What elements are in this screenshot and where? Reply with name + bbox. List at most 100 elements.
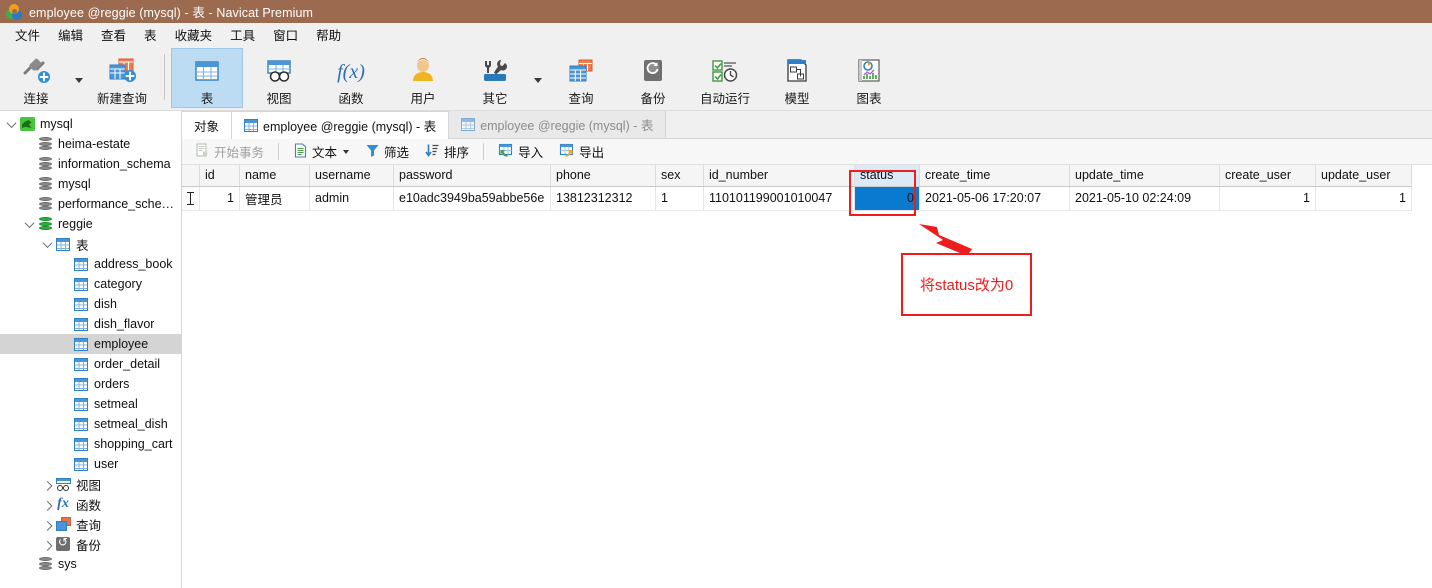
column-header-name[interactable]: name xyxy=(239,165,310,187)
filter-button[interactable]: 筛选 xyxy=(358,141,416,163)
tree-node-employee[interactable]: employee xyxy=(0,334,181,354)
tree-twisty[interactable] xyxy=(40,520,54,531)
cell-username[interactable]: admin xyxy=(309,186,394,211)
column-header-password[interactable]: password xyxy=(393,165,551,187)
tree-node-[interactable]: 查询 xyxy=(0,514,181,534)
row-header-cell[interactable] xyxy=(182,186,200,211)
toolbar-user-button[interactable]: 用户 xyxy=(387,48,459,108)
tree-node-setmeal_dish[interactable]: setmeal_dish xyxy=(0,414,181,434)
toolbar-automation-button[interactable]: 自动运行 xyxy=(689,48,761,108)
tree-node-[interactable]: 视图 xyxy=(0,474,181,494)
menu-help[interactable]: 帮助 xyxy=(307,23,350,46)
table-icon xyxy=(74,417,88,431)
tab-employee-design[interactable]: employee @reggie (mysql) - 表 xyxy=(449,111,667,138)
cell-password[interactable]: e10adc3949ba59abbe56e xyxy=(393,186,551,211)
table-row[interactable]: 1 管理员 admin e10adc3949ba59abbe56e 1381231231… xyxy=(182,186,1412,211)
menu-file[interactable]: 文件 xyxy=(6,23,49,46)
import-button[interactable]: 导入 xyxy=(491,141,550,163)
cell-name[interactable]: 管理员 xyxy=(239,186,310,211)
sort-button[interactable]: 排序 xyxy=(418,141,476,163)
tree-node-setmeal[interactable]: setmeal xyxy=(0,394,181,414)
toolbar-backup-button[interactable]: 备份 xyxy=(617,48,689,108)
data-grid-container[interactable]: id name username password phone sex id_number s… xyxy=(182,165,1432,588)
column-header-status[interactable]: status xyxy=(854,165,920,187)
tree-node-mysql[interactable]: mysql xyxy=(0,174,181,194)
column-header-phone[interactable]: phone xyxy=(550,165,656,187)
toolbar-new-query-button[interactable]: 新建查询 xyxy=(86,48,158,108)
tree-node-dish[interactable]: dish xyxy=(0,294,181,314)
column-header-create_user[interactable]: create_user xyxy=(1219,165,1316,187)
menu-table[interactable]: 表 xyxy=(135,23,166,46)
tab-objects[interactable]: 对象 xyxy=(182,111,233,139)
tree-node-information_schema[interactable]: information_schema xyxy=(0,154,181,174)
tree-twisty[interactable] xyxy=(40,540,54,551)
toolbar-model-button[interactable]: 模型 xyxy=(761,48,833,108)
tree-node-address_book[interactable]: address_book xyxy=(0,254,181,274)
toolbar-table-label: 表 xyxy=(200,92,214,106)
tab-employee-data[interactable]: employee @reggie (mysql) - 表 xyxy=(232,111,450,139)
filter-label: 筛选 xyxy=(384,146,410,160)
gridbar-separator-1 xyxy=(278,143,280,160)
menu-tools[interactable]: 工具 xyxy=(221,23,264,46)
cell-sex[interactable]: 1 xyxy=(655,186,704,211)
menu-favorites[interactable]: 收藏夹 xyxy=(166,23,222,46)
table-icon xyxy=(74,277,88,291)
tree-twisty[interactable] xyxy=(4,117,18,128)
toolbar-table-button[interactable]: 表 xyxy=(171,48,243,108)
tree-node-[interactable]: 备份 xyxy=(0,534,181,554)
toolbar-other-button[interactable]: 其它 xyxy=(459,48,531,108)
column-header-id[interactable]: id xyxy=(199,165,240,187)
cell-phone[interactable]: 13812312312 xyxy=(550,186,656,211)
tree-node-[interactable]: 表 xyxy=(0,234,181,254)
toolbar-view-button[interactable]: 视图 xyxy=(243,48,315,108)
menu-window[interactable]: 窗口 xyxy=(264,23,307,46)
tree-node-dish_flavor[interactable]: dish_flavor xyxy=(0,314,181,334)
text-button[interactable]: 文本 xyxy=(286,141,356,163)
column-header-create_time[interactable]: create_time xyxy=(919,165,1070,187)
menu-edit[interactable]: 编辑 xyxy=(49,23,92,46)
cell-update_time[interactable]: 2021-05-10 02:24:09 xyxy=(1069,186,1220,211)
tree-node-label: information_schema xyxy=(58,157,171,171)
tree-node-performance_schema[interactable]: performance_schema xyxy=(0,194,181,214)
begin-transaction-button[interactable]: 开始事务 xyxy=(188,141,271,163)
cell-id[interactable]: 1 xyxy=(199,186,240,211)
cell-create_time[interactable]: 2021-05-06 17:20:07 xyxy=(919,186,1070,211)
column-header-id_number[interactable]: id_number xyxy=(703,165,855,187)
tree-node-order_detail[interactable]: order_detail xyxy=(0,354,181,374)
tree-node-sys[interactable]: sys xyxy=(0,554,181,574)
menu-view[interactable]: 查看 xyxy=(92,23,135,46)
column-header-update_time[interactable]: update_time xyxy=(1069,165,1220,187)
toolbar-query-button[interactable]: 查询 xyxy=(545,48,617,108)
cell-update_user[interactable]: 1 xyxy=(1315,186,1412,211)
tree-node-user[interactable]: user xyxy=(0,454,181,474)
tree-twisty[interactable] xyxy=(40,480,54,491)
tree-node-orders[interactable]: orders xyxy=(0,374,181,394)
tree-node-category[interactable]: category xyxy=(0,274,181,294)
toolbar-new-query-label: 新建查询 xyxy=(96,92,147,106)
export-label: 导出 xyxy=(579,146,605,160)
export-button[interactable]: 导出 xyxy=(552,141,611,163)
tree-twisty[interactable] xyxy=(40,500,54,511)
tree-twisty[interactable] xyxy=(22,217,36,228)
tree-node-shopping_cart[interactable]: shopping_cart xyxy=(0,434,181,454)
tree-node-label: 函数 xyxy=(76,498,102,513)
connection-tree-sidebar[interactable]: mysql heima-estate information_schema mysql… xyxy=(0,111,182,588)
column-header-sex[interactable]: sex xyxy=(655,165,704,187)
data-grid[interactable]: id name username password phone sex id_number s… xyxy=(182,165,1412,211)
toolbar-connection-dropdown[interactable] xyxy=(72,48,86,108)
tree-node-heima-estate[interactable]: heima-estate xyxy=(0,134,181,154)
toolbar-connection-button[interactable]: 连接 xyxy=(0,48,72,108)
column-header-username[interactable]: username xyxy=(309,165,394,187)
import-icon xyxy=(498,143,514,161)
toolbar-function-button[interactable]: f(x) 函数 xyxy=(315,48,387,108)
toolbar-chart-button[interactable]: 图表 xyxy=(833,48,905,108)
cell-create_user[interactable]: 1 xyxy=(1219,186,1316,211)
tree-node-reggie[interactable]: reggie xyxy=(0,214,181,234)
cell-id_number[interactable]: 110101199001010047 xyxy=(703,186,855,211)
column-header-update_user[interactable]: update_user xyxy=(1315,165,1412,187)
tree-node-mysql[interactable]: mysql xyxy=(0,114,181,134)
toolbar-other-dropdown[interactable] xyxy=(531,48,545,108)
cell-status[interactable]: 0 xyxy=(854,186,920,211)
tree-node-[interactable]: fx 函数 xyxy=(0,494,181,514)
tree-twisty[interactable] xyxy=(40,237,54,248)
